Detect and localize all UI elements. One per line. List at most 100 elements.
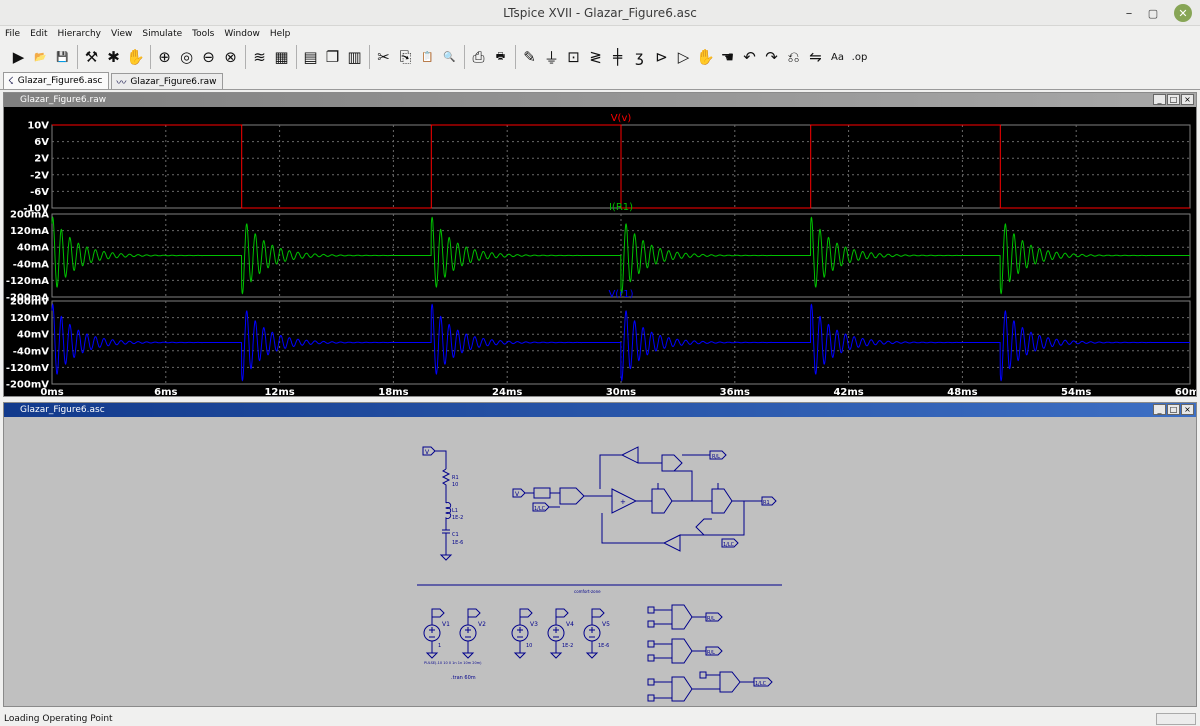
ground-icon[interactable]: ⏚: [541, 46, 562, 68]
inductor-icon[interactable]: ʒ: [629, 46, 650, 68]
mdi-minimize-button[interactable]: _: [1153, 404, 1166, 415]
zoom-in-icon[interactable]: ⊕: [154, 46, 175, 68]
menu-file[interactable]: File: [0, 29, 25, 39]
x-tick-label: 30ms: [606, 387, 636, 396]
run-icon[interactable]: ▶: [8, 46, 29, 68]
redo-icon[interactable]: ↷: [761, 46, 782, 68]
find-icon[interactable]: 🔍: [439, 46, 460, 68]
schematic-window: Glazar_Figure6.asc _ □ × V R1 10 L1 1E-2…: [3, 402, 1197, 707]
ground-symbol: [439, 554, 453, 561]
maximize-button[interactable]: ▢: [1144, 4, 1162, 22]
feedback-multiplier-top[interactable]: [661, 454, 710, 501]
product-block-lc[interactable]: [647, 676, 720, 702]
schematic-canvas[interactable]: V R1 10 L1 1E-2 C1 1E-6 V 1/LC + R1 R/L …: [4, 417, 1196, 706]
feedback-inverter-top[interactable]: [599, 446, 662, 489]
y-tick-label: 10V: [27, 121, 49, 132]
cut-icon[interactable]: ✂: [373, 46, 394, 68]
control-panel-icon[interactable]: ⚒: [81, 46, 102, 68]
drag-icon[interactable]: ☚: [717, 46, 738, 68]
net-label-1lc-out-text: 1/LC: [755, 681, 767, 687]
mdi-restore-button[interactable]: □: [1167, 404, 1180, 415]
waveform-window: Glazar_Figure6.raw _ □ × 10V 6V 2V -2V -6V -1…: [3, 92, 1197, 397]
zoom-cancel-icon[interactable]: ⊗: [220, 46, 241, 68]
minimize-button[interactable]: –: [1120, 4, 1138, 22]
ratio-block-rl[interactable]: [647, 604, 706, 630]
spice-directive-icon[interactable]: .op: [849, 46, 870, 68]
resistor-icon[interactable]: ≷: [585, 46, 606, 68]
mirror-icon[interactable]: ⇋: [805, 46, 826, 68]
component-icon[interactable]: ▷: [673, 46, 694, 68]
net-label-rl-out-2-text: R/L: [707, 650, 715, 656]
draw-wire-icon[interactable]: ✎: [519, 46, 540, 68]
menu-simulate[interactable]: Simulate: [137, 29, 187, 39]
waveform-plot-area[interactable]: 10V6V2V-2V-6V-10VV(v)200mA120mA40mA-40mA…: [4, 107, 1196, 396]
voltage-source-v4[interactable]: V4 1E-2: [547, 608, 574, 659]
mdi-close-button[interactable]: ×: [1181, 94, 1194, 105]
resistor-r1[interactable]: [441, 468, 451, 503]
save-icon[interactable]: 💾: [52, 46, 73, 68]
y-tick-label: 200mA: [10, 210, 49, 221]
parameter-blocks: R/L R/L 1/LC: [647, 604, 773, 702]
menu-tools[interactable]: Tools: [187, 29, 219, 39]
move-icon[interactable]: ✋: [695, 46, 716, 68]
tran-directive[interactable]: .tran 60m: [451, 675, 476, 681]
source-name: V3: [530, 621, 538, 628]
close-button[interactable]: ✕: [1174, 4, 1192, 22]
gain-block[interactable]: [533, 487, 551, 499]
mdi-minimize-button[interactable]: _: [1153, 94, 1166, 105]
tile-vertical-icon[interactable]: ▥: [344, 46, 365, 68]
mdi-close-button[interactable]: ×: [1181, 404, 1194, 415]
x-tick-label: 6ms: [154, 387, 177, 396]
inductor-l1[interactable]: [445, 502, 452, 531]
integrator-2[interactable]: [711, 483, 733, 514]
multiplier-block[interactable]: [559, 487, 585, 505]
window-title: LTspice XVII - Glazar_Figure6.asc: [503, 5, 697, 20]
paste-icon[interactable]: 📋: [417, 46, 438, 68]
tab-waveform[interactable]: 〰 Glazar_Figure6.raw: [111, 73, 224, 89]
diode-icon[interactable]: ⊳: [651, 46, 672, 68]
ratio-block-rl-2[interactable]: [647, 638, 706, 664]
menu-hierarchy[interactable]: Hierarchy: [53, 29, 107, 39]
copy-icon[interactable]: ⎘: [395, 46, 416, 68]
integrator-1[interactable]: [651, 483, 673, 514]
halt-icon[interactable]: ✱: [103, 46, 124, 68]
zoom-fit-icon[interactable]: ◎: [176, 46, 197, 68]
schematic-window-title: Glazar_Figure6.asc: [20, 405, 105, 415]
y-tick-label: -6V: [30, 187, 49, 198]
text-icon[interactable]: Aa: [827, 46, 848, 68]
y-tick-label: -120mA: [6, 276, 49, 287]
voltage-source-v3[interactable]: V3 10: [511, 608, 538, 659]
voltage-source-v1[interactable]: V1 1: [423, 608, 450, 659]
rotate-icon[interactable]: ⎌: [783, 46, 804, 68]
voltage-source-v2[interactable]: V2: [459, 608, 486, 659]
toolbar-separator: [296, 45, 297, 69]
divider-label: comfort-zone: [574, 589, 601, 594]
tile-horizontal-icon[interactable]: ▤: [300, 46, 321, 68]
print-preview-icon[interactable]: ⎙: [468, 46, 489, 68]
autorange-icon[interactable]: ≋: [249, 46, 270, 68]
tab-label: Glazar_Figure6.asc: [17, 76, 103, 86]
status-bar: Loading Operating Point: [0, 712, 1200, 726]
capacitor-icon[interactable]: ╪: [607, 46, 628, 68]
zoom-out-icon[interactable]: ⊖: [198, 46, 219, 68]
y-tick-label: 200mV: [10, 297, 49, 308]
y-tick-label: 120mA: [10, 226, 49, 237]
tab-schematic[interactable]: ☇ Glazar_Figure6.asc: [3, 72, 110, 89]
print-icon[interactable]: 🖶: [490, 46, 511, 68]
open-icon[interactable]: 📂: [30, 46, 51, 68]
pan-hand-icon[interactable]: ✋: [125, 46, 146, 68]
voltage-source-v5[interactable]: V5 1E-6: [583, 608, 610, 659]
cascade-icon[interactable]: ❐: [322, 46, 343, 68]
y-tick-label: -40mA: [13, 259, 49, 270]
menu-view[interactable]: View: [106, 29, 137, 39]
undo-icon[interactable]: ↶: [739, 46, 760, 68]
menu-help[interactable]: Help: [265, 29, 296, 39]
source-value: 1E-2: [562, 643, 573, 649]
grid-icon[interactable]: ▦: [271, 46, 292, 68]
capacitor-c1[interactable]: [442, 529, 450, 555]
menu-window[interactable]: Window: [219, 29, 265, 39]
label-net-icon[interactable]: ⊡: [563, 46, 584, 68]
mdi-restore-button[interactable]: □: [1167, 94, 1180, 105]
menu-edit[interactable]: Edit: [25, 29, 52, 39]
summer-plus: +: [620, 498, 626, 506]
